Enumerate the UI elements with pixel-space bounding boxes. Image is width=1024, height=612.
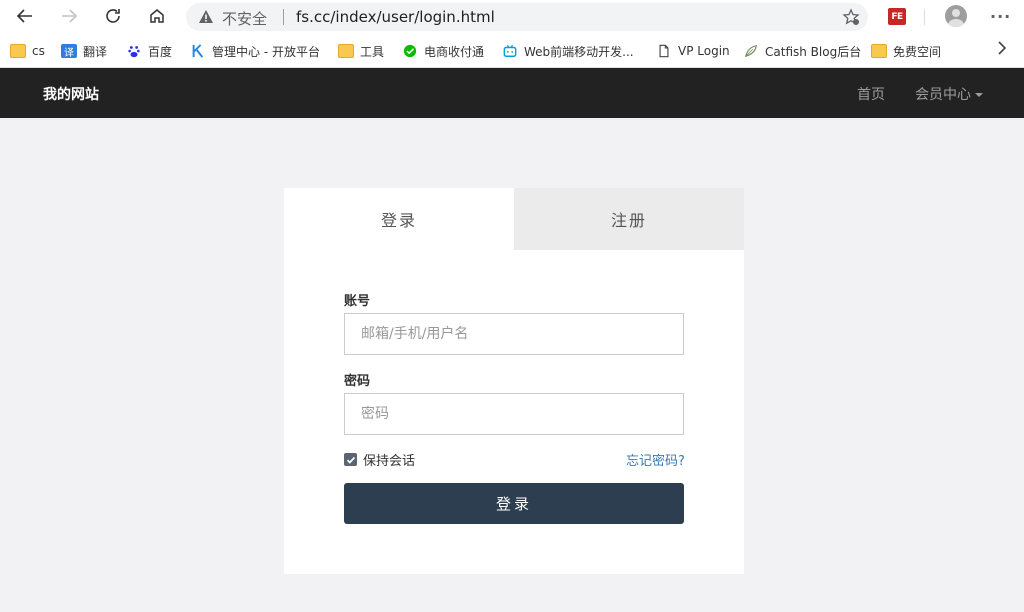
home-button[interactable] — [143, 2, 171, 30]
folder-icon — [871, 44, 887, 58]
arrow-right-icon — [62, 9, 78, 23]
profile-avatar[interactable] — [945, 5, 967, 27]
bookmark-baidu[interactable]: 百度 — [126, 41, 172, 61]
browser-toolbar: 不安全 fs.cc/index/user/login.html FE ··· — [0, 0, 1024, 34]
account-label: 账号 — [344, 294, 371, 309]
warning-icon[interactable] — [198, 9, 214, 25]
bookmark-label: cs — [32, 44, 45, 58]
url-divider — [283, 9, 284, 25]
bookmark-tools[interactable]: 工具 — [338, 41, 384, 61]
caret-down-icon — [975, 93, 983, 97]
nav-member-center-dropdown[interactable]: 会员中心 — [915, 84, 983, 104]
more-menu-button[interactable]: ··· — [990, 7, 1011, 26]
bookmark-cs[interactable]: cs — [10, 41, 45, 61]
baidu-icon — [128, 46, 140, 58]
k-logo-icon — [192, 44, 204, 58]
back-button[interactable] — [11, 2, 39, 30]
bookmark-label: Web前端移动开发... — [524, 44, 634, 59]
bookmark-open-platform[interactable]: 管理中心 - 开放平台 — [190, 41, 320, 61]
favorite-star-icon[interactable] — [842, 8, 860, 26]
leaf-icon — [744, 45, 757, 58]
bookmark-label: VP Login — [678, 44, 730, 58]
bookmark-ecommerce-pay[interactable]: 电商收付通 — [402, 41, 484, 61]
arrow-left-icon — [16, 9, 32, 23]
bookmark-label: 工具 — [360, 44, 385, 59]
password-input[interactable] — [344, 393, 684, 435]
bookmark-translate[interactable]: 译 翻译 — [61, 41, 107, 61]
insecure-label[interactable]: 不安全 — [222, 8, 267, 29]
nav-member-label: 会员中心 — [915, 87, 971, 103]
folder-icon — [338, 44, 354, 58]
tab-register[interactable]: 注册 — [514, 188, 744, 250]
password-label: 密码 — [344, 374, 371, 389]
remember-label: 保持会话 — [363, 454, 416, 469]
checkmark-icon — [346, 456, 355, 464]
bookmark-label: 百度 — [148, 44, 173, 59]
bookmark-label: 免费空间 — [893, 44, 942, 59]
address-bar[interactable]: 不安全 fs.cc/index/user/login.html — [186, 3, 868, 31]
bookmark-free-space[interactable]: 免费空间 — [871, 41, 941, 61]
translate-icon: 译 — [61, 44, 77, 59]
fe-extension-icon[interactable]: FE — [888, 8, 906, 25]
site-brand[interactable]: 我的网站 — [43, 84, 99, 104]
login-submit-button[interactable]: 登录 — [344, 483, 684, 524]
bookmarks-bar: cs 译 翻译 百度 管理中心 - 开放平台 工具 电商收付通 Web前端移动开… — [0, 34, 1024, 68]
bookmark-web-frontend[interactable]: Web前端移动开发... — [502, 41, 634, 61]
remember-checkbox[interactable] — [344, 453, 357, 466]
bookmark-vp-login[interactable]: VP Login — [656, 41, 730, 61]
login-card: 登录 注册 账号 密码 保持会话 忘记密码? 登录 — [284, 188, 744, 574]
bookmark-label: 电商收付通 — [424, 44, 485, 59]
nav-home-link[interactable]: 首页 — [857, 84, 885, 104]
url-text[interactable]: fs.cc/index/user/login.html — [296, 8, 495, 26]
bookmark-label: Catfish Blog后台 — [765, 44, 862, 59]
forgot-password-link[interactable]: 忘记密码? — [626, 450, 685, 469]
wechat-pay-icon — [403, 44, 417, 58]
bilibili-icon — [503, 44, 517, 57]
bookmark-label: 管理中心 - 开放平台 — [212, 44, 320, 59]
toolbar-divider — [924, 9, 925, 25]
bookmark-label: 翻译 — [83, 44, 108, 59]
remember-session[interactable]: 保持会话 — [344, 450, 415, 469]
reload-button[interactable] — [99, 2, 127, 30]
reload-icon — [106, 9, 120, 23]
page-icon — [659, 44, 669, 58]
bookmark-catfish-blog[interactable]: Catfish Blog后台 — [743, 41, 861, 61]
forward-button[interactable] — [55, 2, 83, 30]
home-icon — [150, 9, 164, 23]
tab-login[interactable]: 登录 — [284, 188, 514, 250]
chevron-right-icon[interactable] — [997, 40, 1007, 59]
folder-icon — [10, 44, 26, 58]
account-input[interactable] — [344, 313, 684, 355]
site-navbar: 我的网站 首页 会员中心 — [0, 68, 1024, 118]
